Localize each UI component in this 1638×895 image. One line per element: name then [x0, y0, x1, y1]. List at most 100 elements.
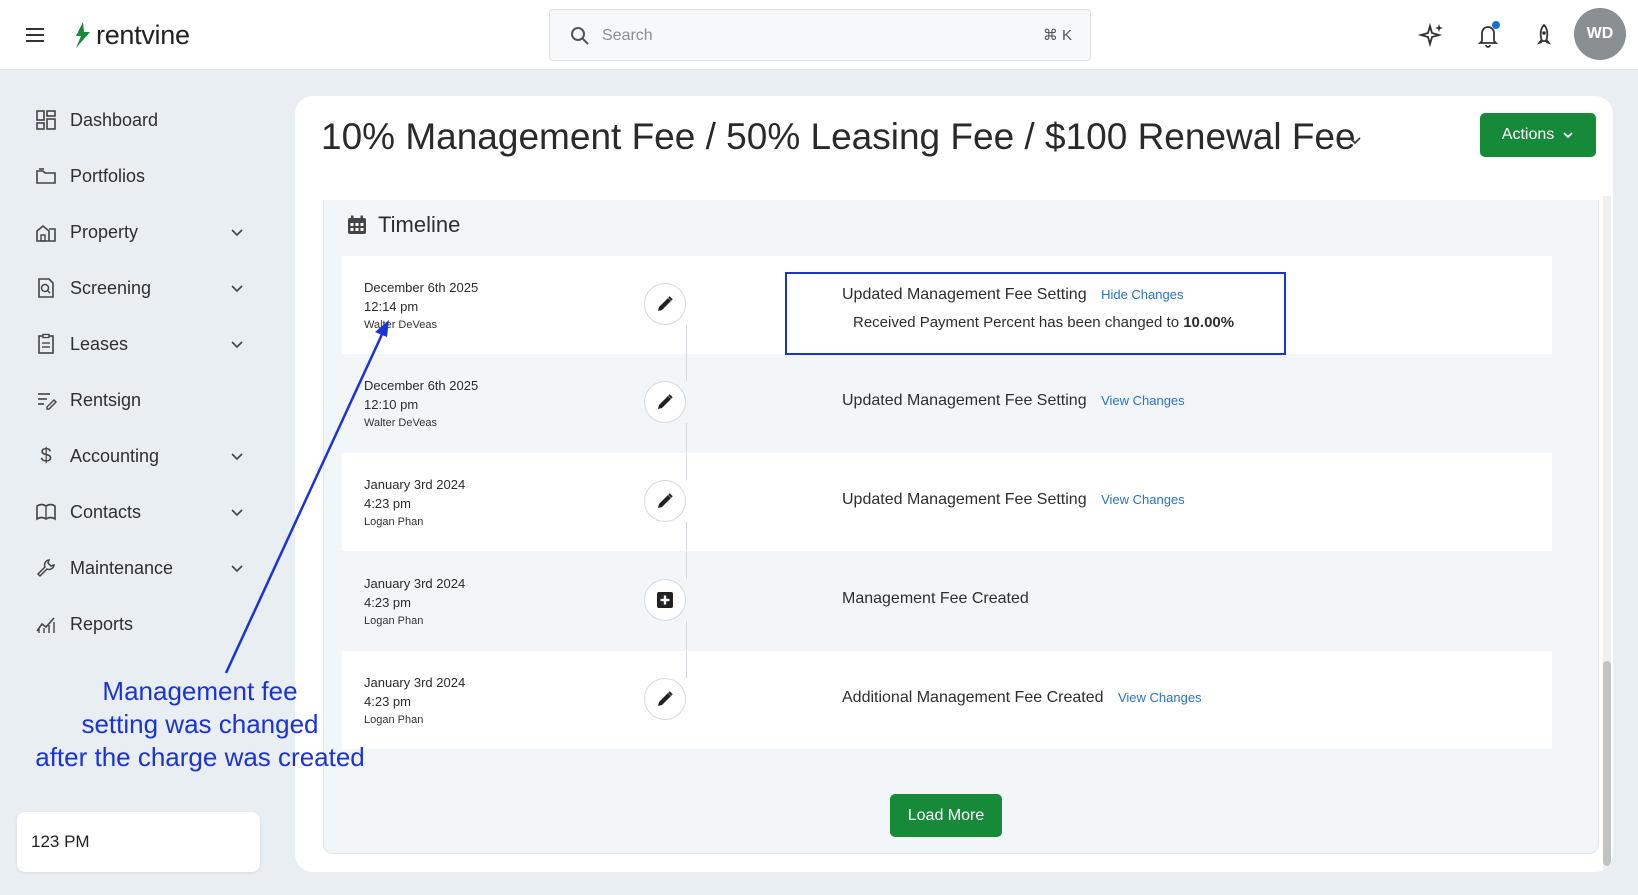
entry-icon-circle — [644, 283, 686, 325]
sidebar-item-label: Reports — [70, 613, 134, 634]
leaf-logo-icon — [76, 22, 90, 48]
property-icon — [34, 220, 58, 244]
chevron-down-icon — [231, 509, 243, 517]
timeline-entry: January 3rd 2024 4:23 pm Logan Phan Mana… — [342, 552, 1552, 650]
sidebar-item-leases[interactable]: Leases — [34, 324, 244, 364]
timeline-connector — [686, 522, 687, 551]
timeline-connector — [686, 453, 687, 480]
entry-meta: December 6th 2025 12:10 pm Walter DeVeas — [364, 376, 478, 433]
entry-time: 12:10 pm — [364, 397, 419, 412]
sidebar-item-rentsign[interactable]: Rentsign — [34, 380, 244, 420]
chevron-down-icon — [1563, 132, 1573, 139]
actions-label: Actions — [1501, 126, 1555, 143]
user-avatar[interactable]: WD — [1574, 8, 1626, 60]
entry-time: 12:14 pm — [364, 299, 419, 314]
page-title: 10% Management Fee / 50% Leasing Fee / $… — [321, 116, 1356, 157]
entry-icon-circle — [644, 381, 686, 423]
sidebar-item-contacts[interactable]: Contacts — [34, 492, 244, 532]
entry-meta: January 3rd 2024 4:23 pm Logan Phan — [364, 574, 465, 631]
actions-button[interactable]: Actions — [1480, 113, 1596, 157]
chevron-down-icon — [231, 341, 243, 349]
pencil-icon — [658, 493, 673, 508]
timeline-connector — [686, 621, 687, 650]
timeline-connector — [686, 651, 687, 678]
search-input[interactable] — [602, 24, 1002, 48]
search-shortcut: ⌘ K — [1042, 27, 1072, 44]
chevron-down-icon — [231, 453, 243, 461]
sidebar-item-property[interactable]: Property — [34, 212, 244, 252]
hamburger-menu-icon[interactable] — [26, 24, 52, 46]
chevron-down-icon — [231, 229, 243, 237]
book-icon — [34, 500, 58, 524]
sparkle-ai-icon[interactable] — [1417, 20, 1447, 50]
lease-icon — [34, 332, 58, 356]
pencil-icon — [658, 296, 673, 311]
folder-icon — [34, 164, 58, 188]
annotation-line: Management fee — [102, 676, 298, 706]
annotation-line: after the charge was created — [35, 742, 365, 772]
chevron-down-icon — [231, 285, 243, 293]
timeline-entry: December 6th 2025 12:10 pm Walter DeVeas… — [342, 354, 1552, 452]
brand-logo[interactable]: rentvine — [72, 18, 190, 52]
entry-time: 4:23 pm — [364, 496, 411, 511]
entry-title-row: Management Fee Created — [842, 590, 1029, 608]
bell-icon[interactable] — [1473, 20, 1503, 50]
view-changes-link[interactable]: View Changes — [1101, 393, 1185, 408]
entry-date: January 3rd 2024 — [364, 576, 466, 591]
top-bar: rentvine ⌘ K WD — [0, 0, 1638, 70]
brand-name: rentvine — [96, 19, 190, 50]
entry-title: Additional Management Fee Created — [842, 689, 1104, 706]
timeline-connector — [686, 325, 687, 354]
sidebar-item-label: Maintenance — [70, 557, 174, 578]
entry-date: December 6th 2025 — [364, 280, 479, 295]
entry-time: 4:23 pm — [364, 595, 411, 610]
entry-icon-circle — [644, 678, 686, 720]
sidebar-item-label: Portfolios — [70, 165, 146, 186]
scrollbar-thumb[interactable] — [1603, 661, 1611, 866]
entry-user: Walter DeVeas — [364, 417, 437, 429]
timeline-header: Timeline — [346, 212, 460, 238]
timeline-connector — [686, 423, 687, 452]
entry-user: Logan Phan — [364, 516, 424, 528]
entry-title-row: Updated Management Fee Setting View Chan… — [842, 392, 1185, 410]
sidebar-item-portfolios[interactable]: Portfolios — [34, 156, 244, 196]
chart-icon — [34, 612, 58, 636]
sidebar-item-maintenance[interactable]: Maintenance — [34, 548, 244, 588]
calendar-icon — [348, 215, 366, 234]
entry-meta: January 3rd 2024 4:23 pm Logan Phan — [364, 475, 465, 532]
entry-title: Management Fee Created — [842, 590, 1029, 607]
sidebar-item-label: Leases — [70, 333, 129, 354]
sidebar-item-label: Contacts — [70, 501, 142, 522]
timeline-connector — [686, 552, 687, 579]
rocket-icon[interactable] — [1529, 20, 1559, 50]
timeline-connector — [686, 354, 687, 381]
global-search[interactable]: ⌘ K — [549, 9, 1091, 61]
main-content-card: 10% Management Fee / 50% Leasing Fee / $… — [295, 96, 1613, 872]
sidebar-item-reports[interactable]: Reports — [34, 604, 244, 644]
dashboard-icon — [34, 108, 58, 132]
entry-title: Updated Management Fee Setting — [842, 491, 1087, 508]
sidebar-item-dashboard[interactable]: Dashboard — [34, 100, 244, 140]
entry-user: Walter DeVeas — [364, 319, 437, 331]
entry-icon-circle — [644, 579, 686, 621]
title-chevron-down-icon[interactable] — [1347, 132, 1363, 148]
sidebar-item-label: Dashboard — [70, 109, 159, 130]
timeline-entry: January 3rd 2024 4:23 pm Logan Phan Upda… — [342, 453, 1552, 551]
pencil-icon — [658, 394, 673, 409]
sidebar-item-accounting[interactable]: $ Accounting — [34, 436, 244, 476]
sidebar-item-label: Property — [70, 221, 139, 242]
entry-icon-circle — [644, 480, 686, 522]
load-more-button[interactable]: Load More — [890, 794, 1002, 837]
view-changes-link[interactable]: View Changes — [1118, 690, 1202, 705]
annotation-text: Management fee setting was changed after… — [20, 675, 380, 774]
notification-dot — [1492, 21, 1500, 29]
search-icon — [571, 27, 589, 45]
dollar-icon: $ — [40, 444, 52, 467]
user-account-card[interactable]: 123 PM — [17, 812, 260, 872]
pencil-icon — [658, 691, 673, 706]
sidebar-item-screening[interactable]: Screening — [34, 268, 244, 308]
entry-title-row: Additional Management Fee Created View C… — [842, 689, 1202, 707]
sidebar-item-label: Accounting — [70, 445, 160, 466]
view-changes-link[interactable]: View Changes — [1101, 492, 1185, 507]
timeline-heading: Timeline — [378, 212, 461, 237]
